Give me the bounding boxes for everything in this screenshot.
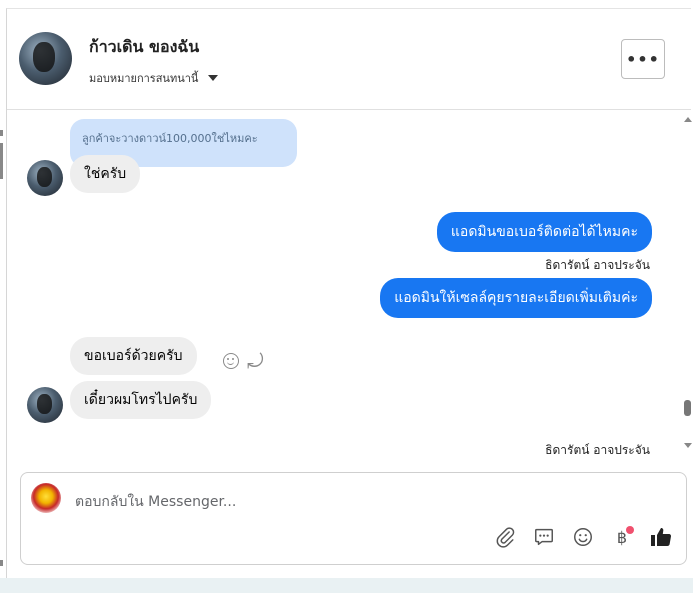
scroll-up-arrow-icon[interactable] <box>684 117 692 122</box>
conversation-panel: ก้าวเดิน ของฉัน มอบหมายการสนทนานี้ ••• ล… <box>6 8 692 579</box>
message-bubble-incoming[interactable]: ใช่ครับ <box>70 155 141 193</box>
caret-down-icon <box>208 75 219 81</box>
react-smile-icon[interactable] <box>223 353 239 369</box>
contact-name[interactable]: ก้าวเดิน ของฉัน <box>89 35 199 60</box>
reply-composer: ฿ <box>20 472 687 565</box>
assign-label: มอบหมายการสนทนานี้ <box>89 72 199 85</box>
chat-bubble-icon[interactable] <box>532 525 556 549</box>
reply-arrow-icon[interactable]: ⤾ <box>247 351 264 371</box>
thumbs-up-icon[interactable] <box>649 525 673 549</box>
contact-avatar-small[interactable] <box>27 387 63 423</box>
left-edge-marker <box>0 143 3 179</box>
contact-avatar-small[interactable] <box>27 160 63 196</box>
scroll-down-arrow-icon[interactable] <box>684 443 692 448</box>
composer-toolbar: ฿ <box>493 525 673 549</box>
message-thread: ลูกค้าจะวางดาวน์100,000ใช่ไหมคะ ใช่ครับ … <box>7 110 691 470</box>
page-avatar <box>31 483 61 513</box>
conversation-header: ก้าวเดิน ของฉัน มอบหมายการสนทนานี้ ••• <box>7 9 691 110</box>
smile-icon[interactable] <box>571 525 595 549</box>
sender-name: ธิดารัตน์ อาจประจัน <box>545 443 650 457</box>
page-footer-band <box>0 578 693 593</box>
left-edge-marker <box>0 130 3 136</box>
sender-name: ธิดารัตน์ อาจประจัน <box>545 258 650 272</box>
scrollbar-thumb[interactable] <box>684 400 691 416</box>
message-bubble-incoming[interactable]: เดี๋ยวผมโทรไปครับ <box>70 381 212 419</box>
assign-conversation-dropdown[interactable]: มอบหมายการสนทนานี้ <box>89 69 219 87</box>
message-bubble-outgoing[interactable]: แอดมินให้เซลล์คุยรายละเอียดเพิ่มเติมค่ะ <box>380 278 652 318</box>
reply-input[interactable] <box>73 489 637 515</box>
baht-icon[interactable]: ฿ <box>610 525 634 549</box>
thread-scrollbar[interactable] <box>684 109 692 469</box>
notification-dot <box>626 526 634 534</box>
message-bubble-incoming[interactable]: ขอเบอร์ด้วยครับ <box>70 337 197 375</box>
contact-avatar[interactable] <box>19 32 72 85</box>
paperclip-icon[interactable] <box>493 525 517 549</box>
more-options-button[interactable]: ••• <box>621 39 665 79</box>
left-edge-marker <box>0 560 3 566</box>
message-actions: ⤾ <box>223 351 264 371</box>
message-bubble-outgoing[interactable]: แอดมินขอเบอร์ติดต่อได้ไหมคะ <box>436 212 652 252</box>
